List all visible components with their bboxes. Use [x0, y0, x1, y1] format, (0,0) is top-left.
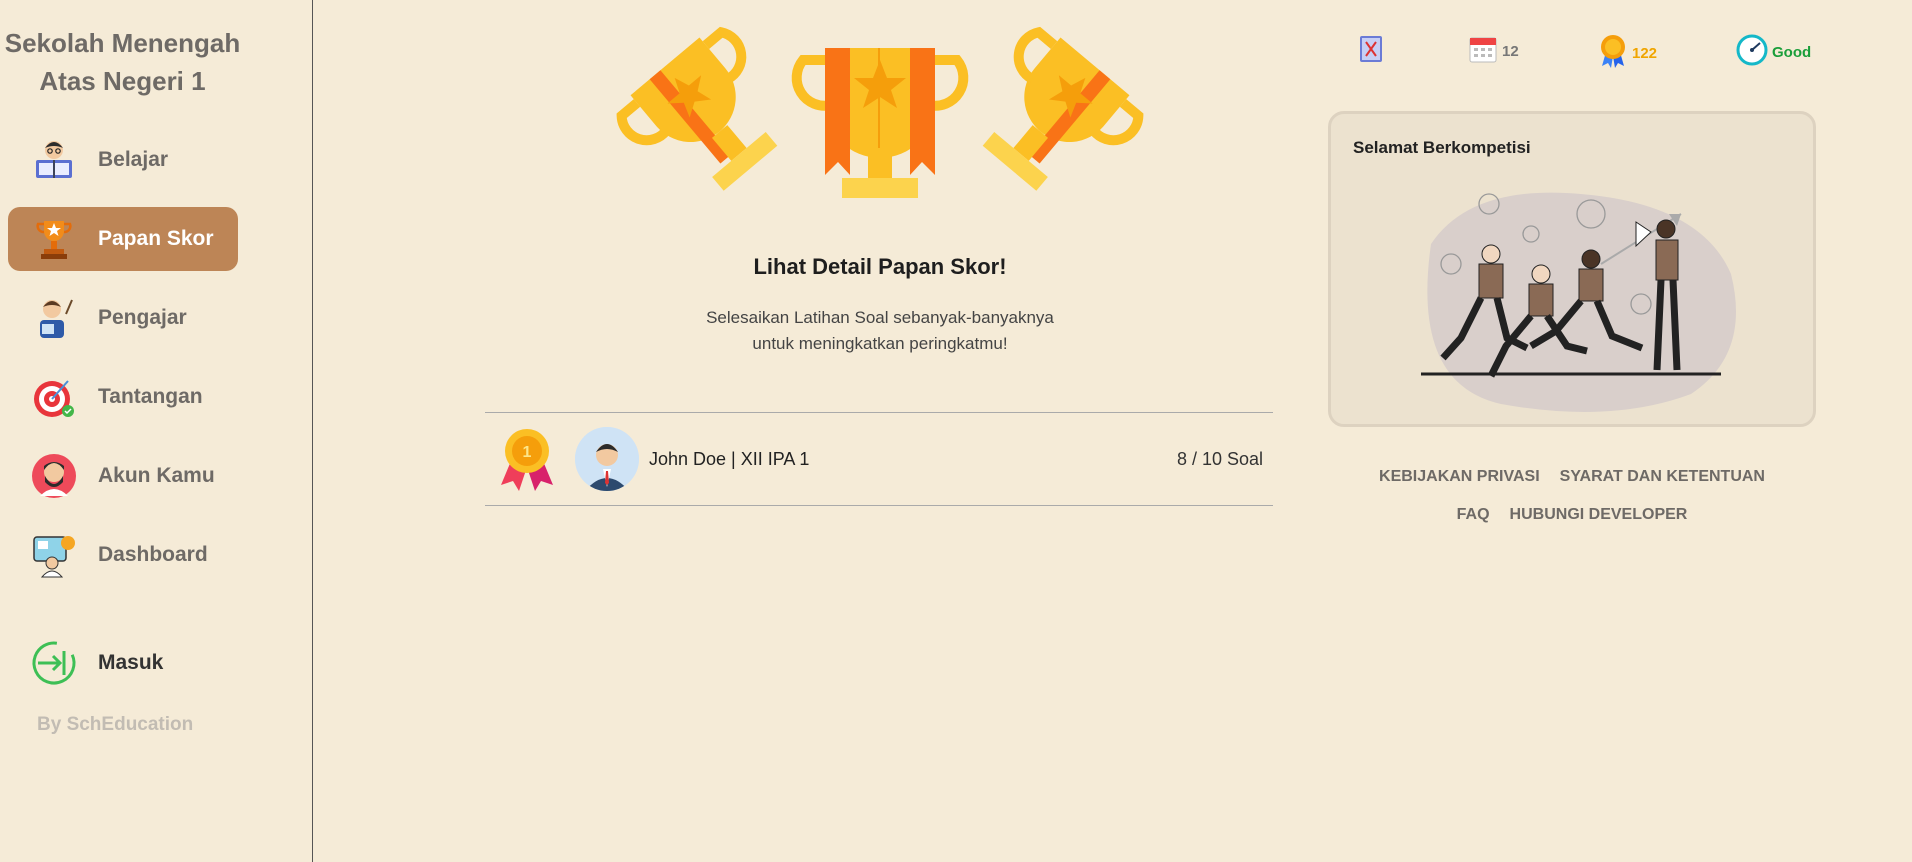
app-root: Sekolah Menengah Atas Negeri 1 Belajar P…	[0, 0, 1912, 862]
nav-label-dashboard: Dashboard	[98, 543, 208, 566]
book-icon	[1358, 34, 1384, 68]
trophy-icon	[30, 215, 78, 263]
nav-akun-kamu[interactable]: Akun Kamu	[8, 444, 238, 508]
user-avatar-icon	[30, 452, 78, 500]
nav-tantangan[interactable]: Tantangan	[8, 365, 238, 429]
contact-developer-link[interactable]: HUBUNGI DEVELOPER	[1510, 506, 1688, 524]
school-name: Sekolah Menengah Atas Negeri 1	[0, 24, 245, 100]
user-score: 8 / 10 Soal	[1176, 448, 1263, 469]
nav-papan-skor[interactable]: Papan Skor	[8, 207, 238, 271]
login-icon	[30, 639, 78, 687]
trophies-illustration	[590, 10, 1170, 225]
calendar-value: 12	[1502, 42, 1519, 60]
user-avatar	[575, 427, 639, 491]
leaderboard-subtitle-line1: Selesaikan Latihan Soal sebanyak-banyakn…	[706, 308, 1054, 327]
svg-text:1: 1	[523, 444, 532, 461]
gold-medal-icon: 1	[497, 427, 557, 491]
competition-card-title: Selamat Berkompetisi	[1353, 138, 1531, 157]
nav-masuk[interactable]: Masuk	[8, 631, 238, 695]
school-name-line2: Atas Negeri 1	[39, 66, 206, 96]
stat-performance[interactable]: Good	[1736, 34, 1811, 70]
nav-label-papan-skor: Papan Skor	[98, 227, 214, 250]
target-icon	[30, 373, 78, 421]
teacher-icon	[30, 294, 78, 342]
user-name: John Doe | XII IPA 1	[649, 448, 810, 469]
by-scheducation: By SchEducation	[37, 714, 194, 735]
stat-badge[interactable]: 122	[1598, 34, 1657, 72]
competition-card: Selamat Berkompetisi	[1328, 111, 1816, 427]
badge-value: 122	[1632, 44, 1658, 62]
calendar-icon	[1468, 34, 1498, 68]
faq-link[interactable]: FAQ	[1457, 506, 1490, 524]
leaderboard-subtitle-line2: untuk meningkatkan peringkatmu!	[752, 334, 1008, 353]
performance-value: Good	[1772, 43, 1812, 61]
nav-pengajar[interactable]: Pengajar	[8, 286, 238, 350]
footer-links: KEBIJAKAN PRIVASI SYARAT DAN KETENTUAN F…	[1328, 468, 1816, 544]
leaderboard-subtitle: Selesaikan Latihan Soal sebanyak-banyakn…	[485, 305, 1275, 357]
sidebar: Sekolah Menengah Atas Negeri 1 Belajar P…	[0, 0, 313, 862]
stat-calendar[interactable]: 12	[1468, 34, 1519, 68]
nav-label-belajar: Belajar	[98, 148, 169, 171]
nav-label-akun-kamu: Akun Kamu	[98, 464, 215, 487]
award-badge-icon	[1598, 34, 1628, 72]
nav-label-masuk: Masuk	[98, 651, 164, 674]
stat-book[interactable]	[1358, 34, 1384, 68]
nav-label-tantangan: Tantangan	[98, 385, 203, 408]
stats-bar: 12 122 Good	[1358, 34, 1838, 68]
nav-dashboard[interactable]: Dashboard	[8, 523, 238, 587]
nav-label-pengajar: Pengajar	[98, 306, 187, 329]
dashboard-icon	[30, 531, 78, 579]
nav-belajar[interactable]: Belajar	[8, 128, 238, 192]
competition-illustration	[1401, 184, 1741, 414]
privacy-policy-link[interactable]: KEBIJAKAN PRIVASI	[1379, 468, 1540, 486]
reading-student-icon	[30, 136, 78, 184]
terms-link[interactable]: SYARAT DAN KETENTUAN	[1560, 468, 1765, 486]
leaderboard-row[interactable]: 1 John Doe | XII IPA 1 8 / 10 Soal	[485, 412, 1273, 506]
school-name-line1: Sekolah Menengah	[4, 28, 241, 58]
speedometer-icon	[1736, 34, 1768, 70]
leaderboard-title: Lihat Detail Papan Skor!	[753, 254, 1007, 279]
